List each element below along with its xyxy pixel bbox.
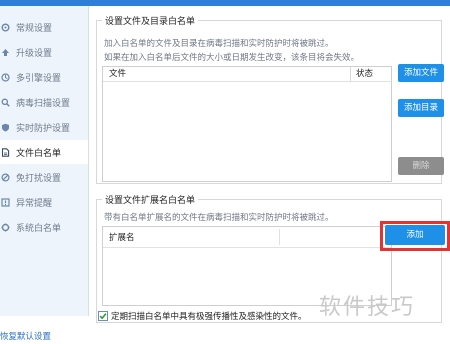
sidebar-item-label: 免打扰设置 <box>16 173 62 184</box>
periodic-scan-checkbox[interactable] <box>98 311 108 321</box>
file-whitelist-title: 设置文件及目录白名单 <box>102 14 199 27</box>
sidebar-item-upgrade[interactable]: 升级设置 <box>0 40 88 64</box>
ext-whitelist-desc: 带有白名单扩展名的文件在病毒扫描和实时防护时将被跳过。 <box>104 213 334 223</box>
sidebar-item-realtime[interactable]: 实时防护设置 <box>0 115 88 139</box>
sidebar: 常规设置 升级设置 多引擎设置 病毒扫描设置 实时防护设置 文件白名单 免打扰设… <box>0 6 89 316</box>
sidebar-item-general[interactable]: 常规设置 <box>0 15 88 39</box>
periodic-scan-label[interactable]: 定期扫描白名单中具有极强传播性及感染性的文件。 <box>111 310 307 322</box>
sidebar-item-file-whitelist[interactable]: 文件白名单 <box>0 140 88 164</box>
sidebar-item-engine[interactable]: 多引擎设置 <box>0 65 88 89</box>
watermark: 软件技巧 <box>319 295 416 320</box>
alert-icon <box>1 197 10 207</box>
add-directory-button[interactable]: 添加目录 <box>398 99 444 117</box>
dnd-icon <box>1 172 10 182</box>
file-icon <box>1 147 10 157</box>
upgrade-icon <box>1 48 10 57</box>
sidebar-item-label: 多引擎设置 <box>16 73 62 84</box>
header-divider <box>103 81 391 82</box>
sidebar-item-label: 实时防护设置 <box>16 123 71 134</box>
delete-button[interactable]: 删除 <box>398 157 444 175</box>
sidebar-item-alert[interactable]: 异常提醒 <box>0 190 88 214</box>
ext-whitelist-title: 设置文件扩展名白名单 <box>102 193 199 206</box>
sidebar-item-label: 文件白名单 <box>16 148 62 159</box>
file-whitelist-desc-1: 加入白名单的文件及目录在病毒扫描和实时防护时将被跳过。 <box>104 39 334 49</box>
sidebar-item-label: 异常提醒 <box>16 198 53 209</box>
scan-icon <box>1 98 10 107</box>
sidebar-item-system-whitelist[interactable]: 系统白名单 <box>0 215 88 239</box>
sidebar-item-virus-scan[interactable]: 病毒扫描设置 <box>0 90 88 114</box>
column-header-file[interactable]: 文件 <box>109 67 126 81</box>
column-divider <box>350 67 351 81</box>
header-divider <box>103 247 391 248</box>
column-header-status[interactable]: 状态 <box>356 67 373 81</box>
sidebar-item-label: 病毒扫描设置 <box>16 98 71 109</box>
engine-icon <box>1 72 10 82</box>
sidebar-item-label: 系统白名单 <box>16 223 62 234</box>
restore-default-link[interactable]: 恢复默认设置 <box>0 330 51 342</box>
add-file-button[interactable]: 添加文件 <box>398 64 444 82</box>
gear-icon <box>1 23 10 32</box>
sidebar-item-do-not-disturb[interactable]: 免打扰设置 <box>0 165 88 189</box>
sidebar-item-label: 升级设置 <box>16 48 53 59</box>
file-whitelist-desc-2: 如果在加入白名单后文件的大小或日期发生改变，该条目将会失效。 <box>104 53 360 63</box>
column-header-extension[interactable]: 扩展名 <box>109 231 135 245</box>
system-icon <box>1 223 10 232</box>
shield-icon <box>1 123 10 132</box>
highlight-box <box>380 221 450 251</box>
check-icon <box>99 313 107 320</box>
file-whitelist-table[interactable]: 文件 状态 <box>102 66 392 182</box>
sidebar-item-label: 常规设置 <box>16 23 53 34</box>
column-divider <box>279 229 280 245</box>
